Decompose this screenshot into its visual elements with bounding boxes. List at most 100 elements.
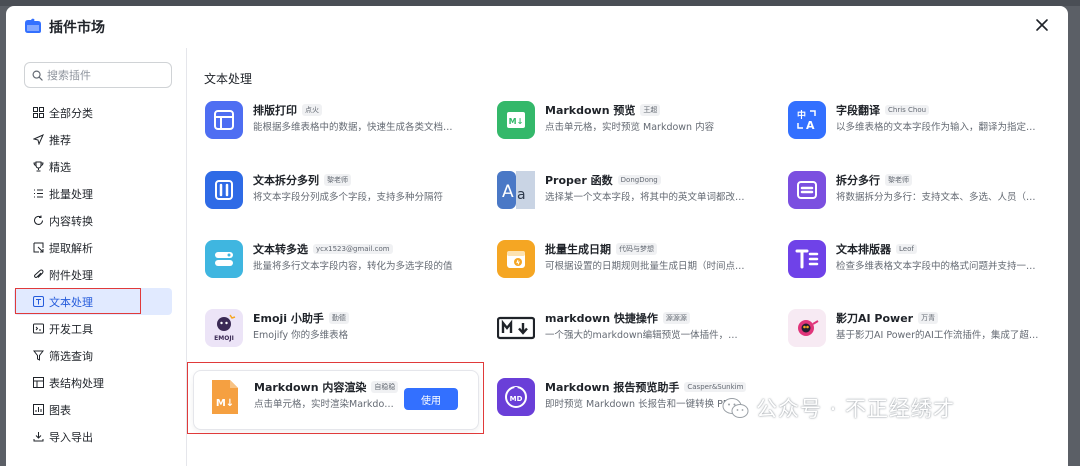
plugin-card[interactable]: 文本转多选 ycx1523@gmail.com 批量将多行文本字段内容，转化为多选… (205, 240, 475, 286)
sidebar-item-label: 图表 (49, 403, 71, 417)
plugin-desc: 选择某一个文本字段，将其中的英文单词都改… (545, 192, 745, 203)
plugin-card[interactable]: EMOJI Emoji 小助手 勤德 Emojify 你的多维表格 (205, 309, 475, 355)
text-to-select-icon (205, 240, 243, 278)
yingdao-icon (788, 309, 826, 347)
author-badge: 王超 (640, 104, 661, 116)
text-icon (32, 296, 44, 308)
svg-text:中: 中 (797, 109, 806, 121)
author-badge: 源源源 (662, 312, 690, 324)
plugin-card[interactable]: 排版打印 点火 能根据多维表格中的数据，快速生成各类文档… (205, 101, 475, 147)
plugin-card[interactable]: Aa Proper 函数 DongDong 选择某一个文本字段，将其中的英文单词都… (497, 171, 767, 217)
sidebar-item-import-export[interactable]: 导入导出 (14, 423, 172, 450)
sidebar-item-label: 开发工具 (49, 322, 93, 336)
calendar-icon (497, 240, 535, 278)
highlight-box (187, 362, 484, 434)
svg-text:a: a (517, 187, 526, 203)
plugin-desc: 以多维表格的文本字段作为输入，翻译为指定… (836, 122, 1036, 133)
plugin-desc: 能根据多维表格中的数据，快速生成各类文档… (253, 122, 453, 133)
sidebar-item-convert[interactable]: 内容转换 (14, 207, 172, 234)
plugin-name: Markdown 预览 (545, 104, 636, 117)
code-icon (32, 323, 44, 335)
layout-print-icon (205, 101, 243, 139)
plugin-desc: 将文本字段分列成多个字段，支持多种分隔符 (253, 192, 444, 203)
translate-icon: 中A (788, 101, 826, 139)
plugin-card[interactable]: 拆分多行 黎老师 将数据拆分为多行：支持文本、多选、人员（… (788, 171, 1058, 217)
section-title: 文本处理 (204, 72, 253, 86)
svg-text:A: A (806, 119, 815, 132)
plugin-desc: 可根据设置的日期规则批量生成日期（时间点… (545, 261, 745, 272)
sidebar-item-attachment[interactable]: 附件处理 (14, 261, 172, 288)
author-badge: Casper&Sunkim (684, 382, 747, 392)
plugin-name: 影刀AI Power (836, 312, 914, 325)
plugin-market-logo-icon (25, 18, 41, 33)
list-icon (32, 188, 44, 200)
plugin-name: 批量生成日期 (545, 243, 611, 256)
trophy-icon (32, 161, 44, 173)
chart-icon (32, 404, 44, 416)
filter-icon (32, 350, 44, 362)
plugin-name: 字段翻译 (836, 104, 880, 117)
category-nav: 全部分类 推荐 精选 批量处理 内容转换 提取解析 附件处理 文本处理 开发工具… (14, 99, 184, 450)
plugin-desc: 检查多维表格文本字段中的格式问题并支持一… (836, 261, 1036, 272)
sidebar-item-dev-tools[interactable]: 开发工具 (14, 315, 172, 342)
plugin-desc: 一个强大的markdown编辑预览一体插件，… (545, 330, 738, 341)
plugin-card[interactable]: 文本排版器 Leof 检查多维表格文本字段中的格式问题并支持一… (788, 240, 1058, 286)
search-input[interactable] (47, 68, 157, 82)
sidebar-item-label: 推荐 (49, 133, 71, 147)
sidebar-item-label: 内容转换 (49, 214, 93, 228)
author-badge: Chris Chou (885, 105, 930, 115)
sidebar-item-extract[interactable]: 提取解析 (14, 234, 172, 261)
markdown-preview-icon: M↓ (497, 101, 535, 139)
plugin-card[interactable]: 批量生成日期 代码与梦想 可根据设置的日期规则批量生成日期（时间点… (497, 240, 767, 286)
sidebar-item-featured[interactable]: 精选 (14, 153, 172, 180)
svg-text:EMOJI: EMOJI (214, 335, 234, 342)
extract-icon (32, 242, 44, 254)
sidebar-item-label: 精选 (49, 160, 71, 174)
plugin-desc: 将数据拆分为多行：支持文本、多选、人员（… (836, 192, 1036, 203)
sidebar-item-label: 表结构处理 (49, 376, 104, 390)
markdown-quick-icon (497, 309, 535, 347)
sidebar-item-text[interactable]: 文本处理 (14, 288, 172, 315)
search-icon (32, 70, 43, 81)
modal-title: 插件市场 (49, 20, 105, 36)
plugin-name: 文本排版器 (836, 243, 891, 256)
sidebar-item-table-structure[interactable]: 表结构处理 (14, 369, 172, 396)
text-formatter-icon (788, 240, 826, 278)
plugin-name: 文本转多选 (253, 243, 308, 256)
split-rows-icon (788, 171, 826, 209)
plugin-name: markdown 快捷操作 (545, 312, 658, 325)
md-report-icon: MD (497, 378, 535, 416)
plugin-card[interactable]: 中A 字段翻译 Chris Chou 以多维表格的文本字段作为输入，翻译为指定… (788, 101, 1058, 147)
author-badge: Leof (896, 244, 917, 254)
plugin-name: Markdown 报告预览助手 (545, 381, 680, 394)
sidebar-item-recommend[interactable]: 推荐 (14, 126, 172, 153)
sidebar-item-label: 全部分类 (49, 106, 93, 120)
svg-text:A: A (502, 182, 514, 202)
plugin-desc: 点击单元格，实时预览 Markdown 内容 (545, 122, 715, 133)
table-icon (32, 377, 44, 389)
sidebar-item-label: 筛选查询 (49, 349, 93, 363)
sidebar-item-label: 文本处理 (49, 295, 93, 309)
plugin-card[interactable]: markdown 快捷操作 源源源 一个强大的markdown编辑预览一体插件，… (497, 309, 767, 355)
sidebar-item-all[interactable]: 全部分类 (14, 99, 172, 126)
plugin-name: Emoji 小助手 (253, 312, 324, 325)
close-icon[interactable] (1034, 17, 1050, 33)
sidebar-item-label: 批量处理 (49, 187, 93, 201)
sidebar-item-filter[interactable]: 筛选查询 (14, 342, 172, 369)
plugin-desc: 批量将多行文本字段内容，转化为多选字段的值 (253, 261, 453, 272)
author-badge: 万青 (918, 312, 939, 324)
plugin-card[interactable]: 影刀AI Power 万青 基于影刀AI Power的AI工作流插件，集成了超… (788, 309, 1058, 355)
plugin-desc: Emojify 你的多维表格 (253, 330, 349, 341)
sidebar-item-batch[interactable]: 批量处理 (14, 180, 172, 207)
split-columns-icon (205, 171, 243, 209)
plugin-card[interactable]: 文本拆分多列 黎老师 将文本字段分列成多个字段，支持多种分隔符 (205, 171, 475, 217)
sidebar-item-label: 导入导出 (49, 430, 93, 444)
search-box[interactable] (24, 62, 172, 88)
refresh-icon (32, 215, 44, 227)
sidebar-item-label: 附件处理 (49, 268, 93, 282)
plugin-card[interactable]: M↓ Markdown 预览 王超 点击单元格，实时预览 Markdown 内容 (497, 101, 767, 147)
author-badge: ycx1523@gmail.com (313, 244, 393, 254)
sidebar-item-chart[interactable]: 图表 (14, 396, 172, 423)
svg-text:MD: MD (510, 395, 523, 403)
author-badge: 点火 (302, 104, 322, 116)
